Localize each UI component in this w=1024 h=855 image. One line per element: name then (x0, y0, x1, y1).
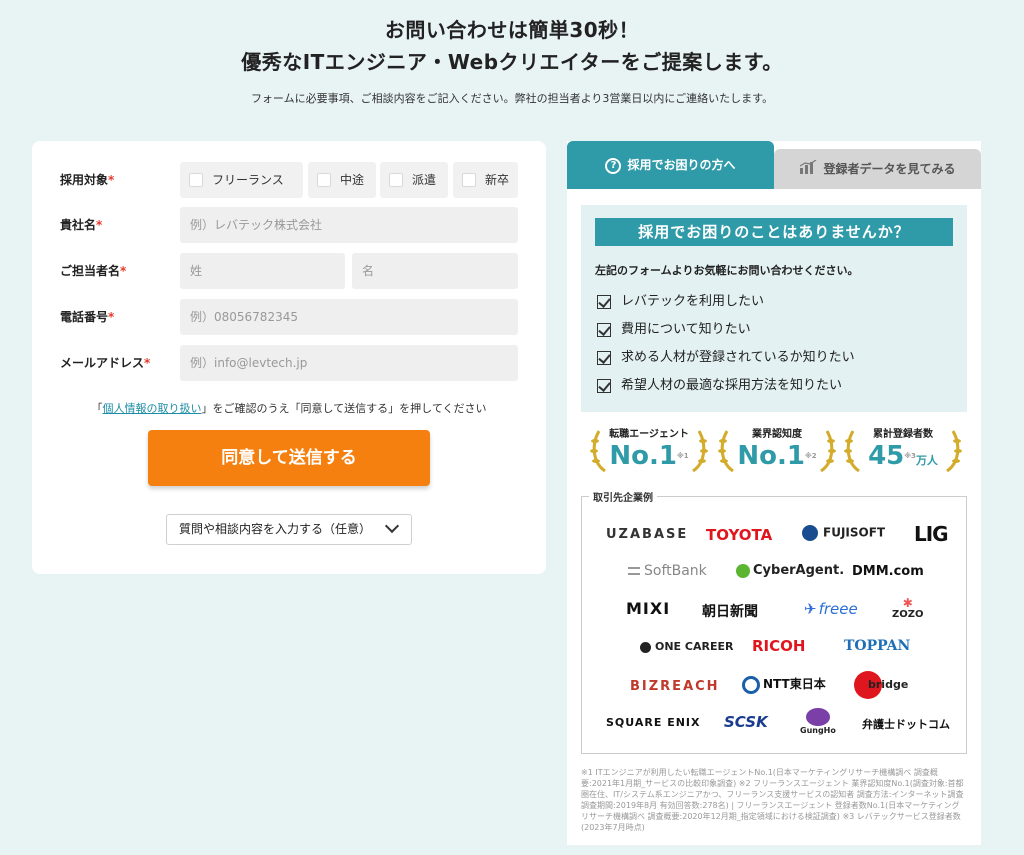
checkbox[interactable] (462, 173, 476, 187)
logo-bizreach: BIZREACH (630, 679, 720, 694)
logo-asahi: 朝日新聞 (702, 604, 758, 620)
target-row: 採用対象* フリーランス 中途 派遣 新卒 (32, 162, 546, 198)
hiring-help-lead: 左記のフォームよりお気軽にお問い合わせください。 (595, 264, 859, 277)
checkmark-icon (597, 351, 611, 365)
gungho-mark-icon (805, 708, 830, 726)
checkbox[interactable] (189, 173, 203, 187)
award-agent-no1: 転職エージェント No.1※1 (589, 423, 709, 479)
footnote: ※1 ITエンジニアが利用したい転職エージェントNo.1(日本マーケティングリサ… (581, 768, 964, 832)
logo-bengoshi: 弁護士ドットコム (862, 718, 950, 731)
company-input[interactable] (180, 207, 518, 243)
phone-row: 電話番号* (32, 299, 546, 335)
softbank-mark-icon (628, 567, 640, 575)
contact-name-label: ご担当者名* (60, 264, 127, 278)
logo-toppan: TOPPAN (844, 638, 911, 654)
hiring-help-box: 採用でお困りのことはありませんか？ 左記のフォームよりお気軽にお問い合わせくださ… (581, 205, 967, 412)
target-option-freelance[interactable]: フリーランス (180, 162, 303, 198)
logo-mixi: MIXI (626, 599, 671, 618)
award-registrants: 累計登録者数 45※3万人 (843, 423, 963, 479)
target-option-midcareer[interactable]: 中途 (308, 162, 376, 198)
logo-ricoh: RICOH (752, 637, 806, 655)
logo-gungho: GungHo (800, 708, 836, 736)
laurel-right-icon (820, 430, 836, 473)
laurel-right-icon (946, 430, 962, 473)
checkbox[interactable] (317, 173, 331, 187)
logo-uzabase: UZABASE (606, 527, 689, 542)
submit-button[interactable]: 同意して送信する (148, 430, 430, 486)
page-header: お問い合わせは簡単30秒！ 優秀なITエンジニア・Webクリエイターをご提案しま… (0, 14, 1024, 106)
email-input[interactable] (180, 345, 518, 381)
question-icon: ? (605, 157, 622, 174)
logo-zozo: ✱ ZOZO (892, 596, 924, 620)
checkbox[interactable] (389, 173, 403, 187)
laurel-left-icon (844, 430, 860, 473)
contact-form: 採用対象* フリーランス 中途 派遣 新卒 貴社名* ご担当者名* 電話番号* … (32, 141, 546, 574)
laurel-left-icon (590, 430, 606, 473)
last-name-input[interactable] (180, 253, 345, 289)
contact-name-row: ご担当者名* (32, 253, 546, 289)
phone-input[interactable] (180, 299, 518, 335)
tab-hiring-help[interactable]: ? 採用でお困りの方へ (567, 141, 774, 189)
onecareer-mark-icon (640, 641, 651, 653)
logo-cyberagent: CyberAgent. (736, 563, 844, 578)
company-label: 貴社名* (60, 218, 103, 232)
laurel-left-icon (718, 430, 734, 473)
logo-ntt: NTT東日本 (742, 675, 826, 694)
clients-title: 取引先企業例 (589, 489, 657, 504)
info-panel: ? 採用でお困りの方へ 登録者データを見てみる 採用でお困りのことはありませんか？… (567, 141, 981, 845)
logo-dmm: DMM.com (852, 564, 924, 579)
logo-toyota: TOYOTA (706, 526, 773, 544)
fujisoft-mark-icon (802, 525, 818, 541)
optional-inquiry-toggle[interactable]: 質問や相談内容を入力する（任意） (166, 514, 412, 545)
target-option-dispatch[interactable]: 派遣 (380, 162, 448, 198)
laurel-right-icon (692, 430, 708, 473)
chart-icon (799, 150, 817, 190)
hiring-help-banner: 採用でお困りのことはありませんか？ (595, 218, 953, 246)
logo-freee: ✈ freee (804, 600, 858, 618)
logo-softbank: SoftBank (628, 563, 707, 579)
headline-line-1: お問い合わせは簡単30秒！ (384, 18, 640, 42)
checkmark-icon (597, 295, 611, 309)
award-recognition-no1: 業界認知度 No.1※2 (717, 423, 837, 479)
zozo-mark-icon: ✱ (902, 596, 913, 610)
headline-line-2: 優秀なITエンジニア・Webクリエイターをご提案します。 (241, 50, 783, 74)
target-label: 採用対象* (60, 173, 115, 187)
email-label: メールアドレス* (60, 356, 151, 370)
header-subtitle: フォームに必要事項、ご相談内容をご記入ください。弊社の担当者より3営業日以内にご… (250, 92, 774, 105)
phone-label: 電話番号* (60, 310, 115, 324)
target-option-newgrad[interactable]: 新卒 (453, 162, 518, 198)
email-row: メールアドレス* (32, 345, 546, 381)
privacy-policy-link[interactable]: 個人情報の取り扱い (102, 402, 201, 415)
chevron-down-icon (384, 518, 400, 534)
cyberagent-mark-icon (736, 563, 750, 578)
logo-onecareer: ONE CAREER (640, 640, 733, 653)
company-row: 貴社名* (32, 207, 546, 243)
logo-squareenix: SQUARE ENIX (606, 716, 701, 729)
logo-fujisoft: FUJISOFT (802, 525, 885, 541)
client-logos-box: UZABASE TOYOTA FUJISOFT LIG SoftBank Cyb… (581, 496, 967, 754)
freee-bird-icon: ✈ (804, 600, 817, 618)
first-name-input[interactable] (352, 253, 518, 289)
logo-scsk: SCSK (724, 713, 768, 731)
ntt-mark-icon (742, 675, 760, 694)
privacy-notice: 「個人情報の取り扱い」をご確認のうえ「同意して送信する」を押してください (91, 402, 487, 415)
checkmark-icon (597, 323, 611, 337)
logo-lig: LIG (914, 522, 949, 546)
logo-bridge: bridge (854, 671, 908, 699)
tab-registrant-data[interactable]: 登録者データを見てみる (774, 149, 981, 189)
checkmark-icon (597, 379, 611, 393)
